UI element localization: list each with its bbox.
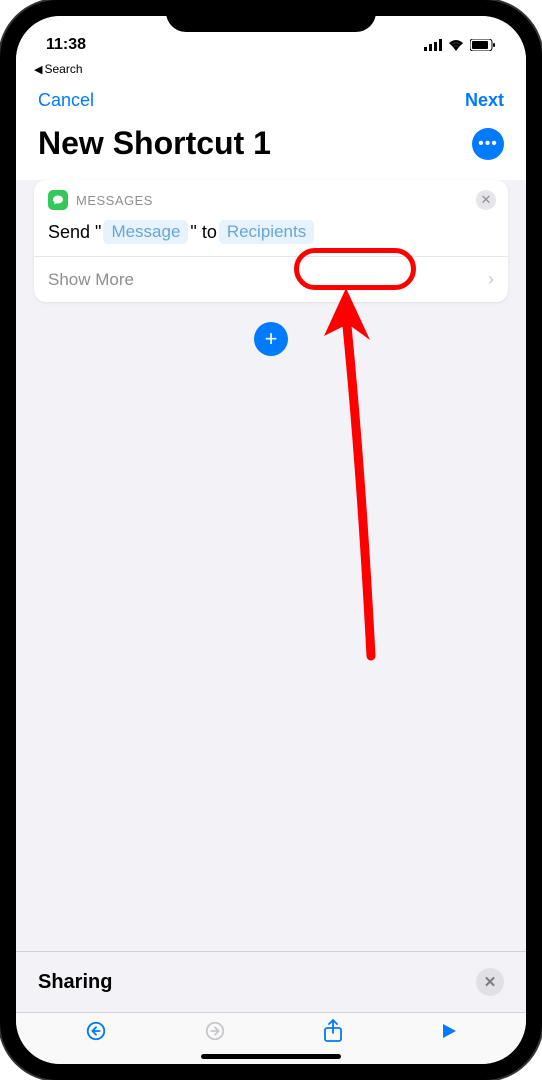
message-token[interactable]: Message — [103, 220, 188, 244]
sharing-title: Sharing — [38, 971, 112, 994]
chevron-left-icon: ◀ — [34, 63, 42, 76]
status-time: 11:38 — [46, 36, 86, 54]
cancel-button[interactable]: Cancel — [38, 90, 94, 111]
title-row: New Shortcut 1 ••• — [16, 121, 526, 180]
sharing-close-button[interactable]: ✕ — [476, 968, 504, 996]
app-name-label: MESSAGES — [76, 193, 153, 208]
close-icon: ✕ — [484, 973, 497, 991]
page-title: New Shortcut 1 — [38, 125, 271, 162]
more-button[interactable]: ••• — [472, 128, 504, 160]
undo-icon — [85, 1020, 107, 1042]
content-area: MESSAGES ✕ Send " Message " to Recipient… — [16, 180, 526, 356]
back-search-label: Search — [44, 62, 82, 76]
ellipsis-icon: ••• — [478, 135, 498, 153]
share-button[interactable] — [323, 1019, 343, 1049]
home-indicator[interactable] — [201, 1054, 341, 1059]
close-icon: ✕ — [481, 192, 492, 208]
notch — [166, 0, 376, 32]
sharing-panel: Sharing ✕ — [16, 951, 526, 1012]
screen: 11:38 ◀ Search Cancel Next New Shortcut … — [16, 16, 526, 1064]
action-text-mid: " to — [190, 222, 216, 243]
chevron-right-icon: › — [488, 269, 494, 290]
share-icon — [323, 1019, 343, 1043]
redo-icon — [204, 1020, 226, 1042]
wifi-icon — [448, 39, 464, 51]
nav-bar: Cancel Next — [16, 82, 526, 121]
play-icon — [440, 1022, 458, 1040]
back-to-search[interactable]: ◀ Search — [16, 60, 526, 82]
battery-icon — [470, 39, 496, 51]
undo-button[interactable] — [85, 1020, 107, 1048]
messages-app-icon — [48, 190, 68, 210]
status-icons — [424, 39, 496, 51]
redo-button — [204, 1020, 226, 1048]
remove-action-button[interactable]: ✕ — [476, 190, 496, 210]
signal-icon — [424, 39, 442, 51]
run-button[interactable] — [440, 1022, 458, 1046]
action-body: Send " Message " to Recipients — [34, 216, 508, 256]
action-header: MESSAGES ✕ — [34, 180, 508, 216]
next-button[interactable]: Next — [465, 90, 504, 111]
add-action-button[interactable]: + — [254, 322, 288, 356]
action-text-prefix: Send " — [48, 222, 101, 243]
phone-frame: 11:38 ◀ Search Cancel Next New Shortcut … — [0, 0, 542, 1080]
plus-icon: + — [265, 326, 278, 352]
recipients-token[interactable]: Recipients — [219, 220, 314, 244]
show-more-button[interactable]: Show More › — [34, 256, 508, 302]
action-card: MESSAGES ✕ Send " Message " to Recipient… — [34, 180, 508, 302]
show-more-label: Show More — [48, 270, 134, 290]
